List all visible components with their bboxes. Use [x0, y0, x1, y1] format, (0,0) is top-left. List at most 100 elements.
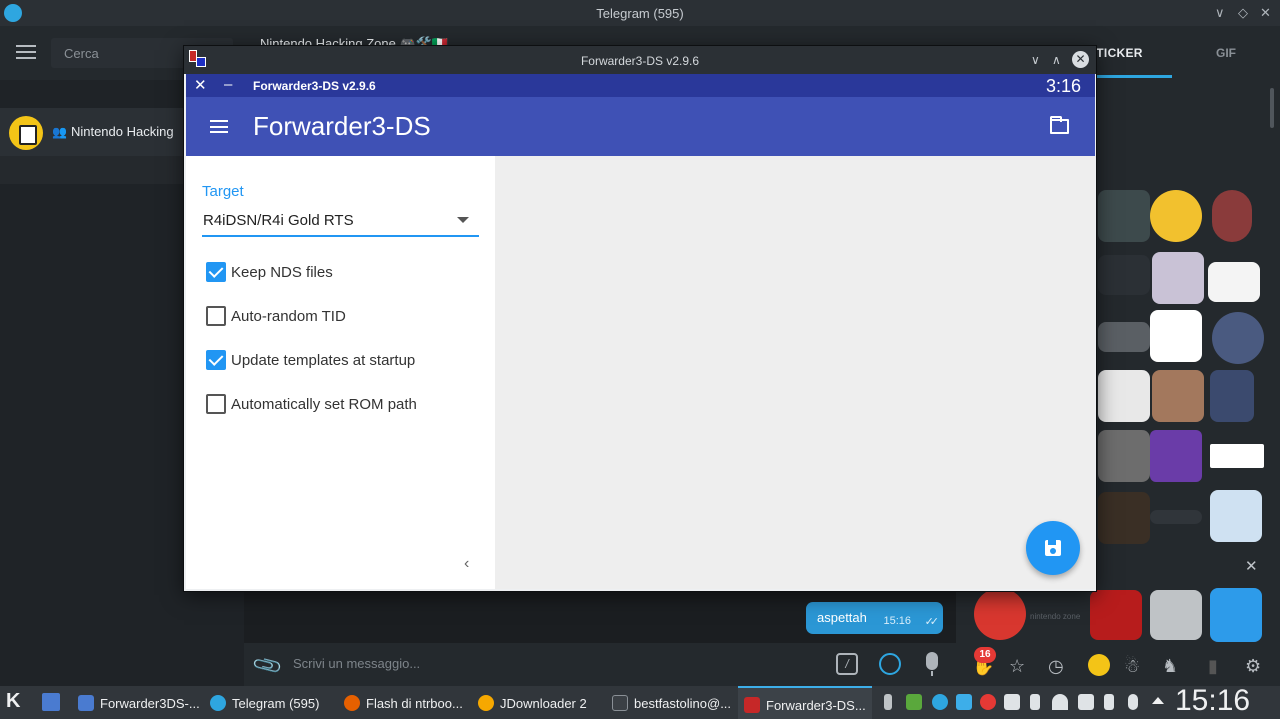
star-icon[interactable]: ☆ [1009, 656, 1025, 677]
visual-studio-sticker[interactable] [1150, 430, 1202, 482]
taskbar-clock[interactable]: 15:16 [1175, 684, 1250, 718]
sticker-scrollbar[interactable] [1270, 88, 1274, 128]
settings-gear-icon[interactable]: ⚙ [1245, 656, 1261, 677]
terminal-icon [612, 695, 628, 711]
bluetooth-icon[interactable] [1030, 694, 1040, 710]
taskbar-item-forwarder[interactable]: Forwarder3DS-... [72, 686, 200, 719]
telegram-tray-icon[interactable] [932, 694, 948, 710]
chat-avatar [9, 116, 43, 150]
sticker[interactable] [1098, 190, 1150, 242]
sticker[interactable] [1098, 255, 1150, 295]
sticker-pack-icon[interactable]: ☃ [1124, 656, 1140, 677]
sticker[interactable] [1210, 444, 1264, 468]
forwarder-app-icon [189, 50, 207, 68]
thinking-face-sticker[interactable] [1150, 190, 1202, 242]
close-icon[interactable]: ✕ [1072, 51, 1089, 68]
sticker-tabs-bar [956, 643, 1280, 686]
bot-command-icon[interactable]: / [836, 653, 858, 675]
app-window-icon [78, 695, 94, 711]
telegram-window-title: Telegram (595) [596, 6, 684, 21]
dropbox-icon[interactable] [1004, 694, 1020, 710]
wifi-icon[interactable] [1052, 694, 1068, 710]
emoji-icon[interactable] [879, 653, 901, 675]
tray-expand-icon[interactable] [1152, 697, 1164, 704]
show-desktop-icon[interactable] [42, 693, 60, 711]
sticker-pack-icon[interactable] [1088, 654, 1110, 676]
status-title: Forwarder3-DS v2.9.6 [253, 79, 376, 93]
close-icon[interactable]: ✕ [1260, 5, 1271, 21]
kde-launcher-icon[interactable]: K [6, 690, 20, 713]
microphone-icon[interactable] [926, 652, 938, 676]
sticker-set-close-icon[interactable]: ✕ [1245, 557, 1258, 575]
tray-app-icon[interactable] [956, 694, 972, 710]
clock-icon[interactable]: ◷ [1048, 656, 1064, 677]
maximize-icon[interactable]: ∧ [1052, 53, 1061, 67]
hamburger-menu-icon[interactable] [210, 120, 228, 133]
update-templates-checkbox[interactable] [206, 350, 226, 370]
group-icon: 👥 [52, 125, 67, 139]
taskbar-item-label: Forwarder3DS-... [100, 696, 200, 711]
tray-app-icon[interactable] [906, 694, 922, 710]
chat-name-text: Nintendo Hacking [70, 124, 174, 139]
battery-icon[interactable] [1104, 694, 1114, 710]
forwarder-titlebar: Forwarder3-DS v2.9.6 [184, 46, 1096, 74]
minimize-icon[interactable]: – [224, 76, 232, 93]
auto-random-tid-label[interactable]: Auto-random TID [231, 308, 346, 325]
auto-rom-path-label[interactable]: Automatically set ROM path [231, 396, 417, 413]
tab-gif[interactable]: GIF [1216, 46, 1236, 60]
restore-icon[interactable]: ◇ [1238, 5, 1248, 21]
sticker[interactable] [1208, 262, 1260, 302]
message-bubble[interactable]: aspettah 15:16 ✓✓ [806, 602, 943, 634]
folder-icon[interactable] [1050, 116, 1069, 134]
sticker-pack-icon[interactable]: ♞ [1162, 656, 1178, 677]
sticker[interactable] [1152, 252, 1204, 304]
volume-icon[interactable] [1078, 694, 1094, 710]
keep-nds-files-checkbox[interactable] [206, 262, 226, 282]
keep-nds-files-label[interactable]: Keep NDS files [231, 264, 333, 281]
status-clock: 3:16 [1046, 76, 1082, 96]
update-templates-label[interactable]: Update templates at startup [231, 352, 415, 369]
wii-shop-sticker[interactable] [1210, 588, 1262, 642]
telegram-titlebar: Telegram (595) ∨ ◇ ✕ [0, 0, 1280, 26]
moon-face-sticker[interactable] [1212, 312, 1264, 364]
firefox-icon [344, 695, 360, 711]
taskbar-item-forwarder-active[interactable]: Forwarder3-DS... [738, 686, 872, 719]
tab-sticker[interactable]: STICKER [1088, 46, 1143, 60]
minimize-icon[interactable]: ∨ [1215, 5, 1225, 21]
target-selected-value: R4iDSN/R4i Gold RTS [203, 212, 354, 229]
app-bar-title: Forwarder3-DS [253, 111, 431, 141]
taskbar-item-label: JDownloader 2 [500, 696, 587, 711]
dropdown-arrow-icon[interactable] [457, 217, 469, 223]
taskbar-item-jdownloader[interactable]: JDownloader 2 [472, 686, 602, 719]
sticker[interactable] [1098, 492, 1150, 544]
3ds-sticker[interactable] [1150, 590, 1202, 640]
sticker[interactable] [1210, 490, 1262, 542]
sticker[interactable] [1212, 190, 1252, 242]
taskbar-item-telegram[interactable]: Telegram (595) [204, 686, 332, 719]
jdownloader-icon [478, 695, 494, 711]
mario-sticker[interactable] [974, 588, 1026, 640]
chat-list-item-name: 👥 Nintendo Hacking [52, 124, 174, 139]
collapse-drawer-icon[interactable]: ‹ [464, 555, 469, 573]
message-input[interactable]: Scrivi un messaggio... [293, 656, 420, 671]
close-icon[interactable]: ✕ [194, 76, 207, 94]
sticker[interactable] [1098, 322, 1150, 352]
usb-icon[interactable] [884, 694, 892, 710]
telegram-menu-icon[interactable] [16, 45, 36, 59]
auto-random-tid-checkbox[interactable] [206, 306, 226, 326]
taskbar-item-terminal[interactable]: bestfastolino@... [606, 686, 736, 719]
sticker[interactable] [1150, 510, 1202, 524]
sticker[interactable] [1098, 430, 1150, 482]
clipboard-icon[interactable] [1128, 694, 1138, 710]
mega-icon[interactable] [980, 694, 996, 710]
sticker-pack-icon[interactable]: ▮ [1208, 656, 1218, 677]
sticker[interactable] [1210, 370, 1254, 422]
sticker[interactable] [1098, 370, 1150, 422]
sticker[interactable] [1152, 370, 1204, 422]
nintendo-ds-sticker[interactable] [1090, 590, 1142, 640]
taskbar-item-firefox[interactable]: Flash di ntrboo... [338, 686, 470, 719]
sticker[interactable] [1150, 310, 1202, 362]
save-button[interactable] [1026, 521, 1080, 575]
minimize-icon[interactable]: ∨ [1031, 53, 1040, 67]
auto-rom-path-checkbox[interactable] [206, 394, 226, 414]
